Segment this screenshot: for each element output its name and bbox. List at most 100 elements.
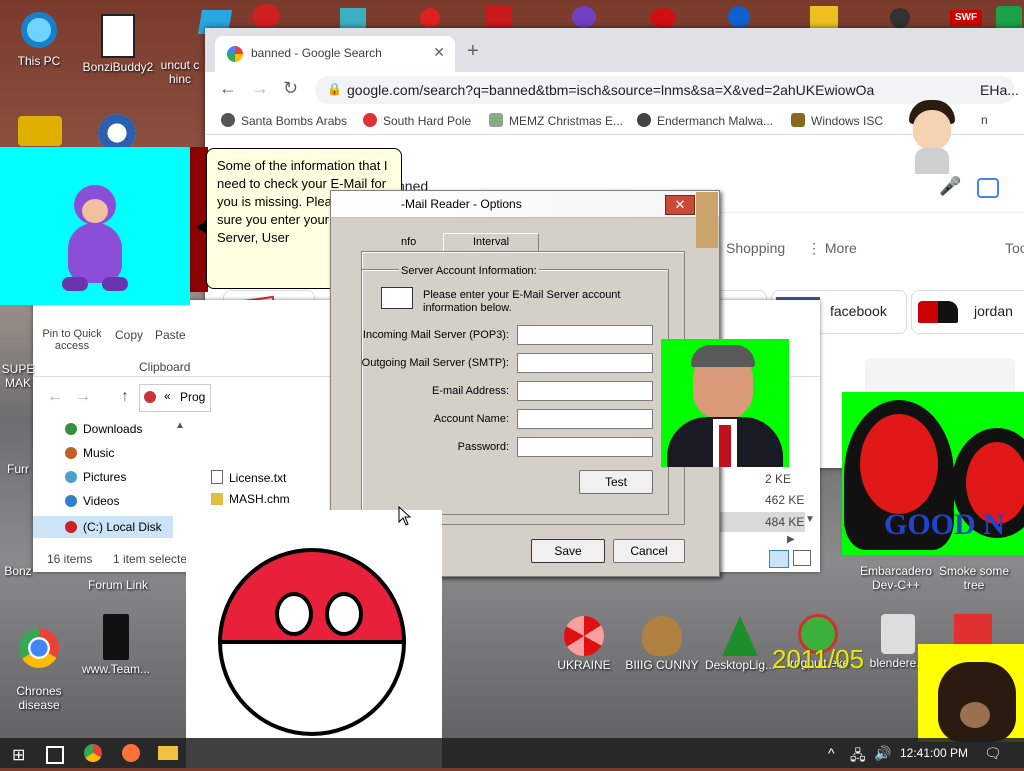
- voice-search-icon[interactable]: 🎤: [939, 176, 961, 197]
- purple-character-icon[interactable]: [572, 6, 596, 28]
- forward-icon[interactable]: →: [251, 78, 269, 99]
- nav-item-music[interactable]: Music: [65, 446, 114, 460]
- explorer-address-bar[interactable]: « Prog: [139, 384, 211, 412]
- swf-badge[interactable]: SWF: [950, 10, 982, 26]
- up-arrow-icon[interactable]: ↑: [121, 388, 129, 406]
- desktop-icon-smoke[interactable]: Smoke some tree: [936, 564, 1012, 592]
- pop3-server-input[interactable]: [517, 325, 653, 345]
- desktop-icon-super[interactable]: SUPE MAK: [0, 362, 36, 390]
- yellow-box-icon[interactable]: [810, 6, 838, 28]
- tab-more[interactable]: ⋮ More: [807, 240, 857, 257]
- desktop-icon-bonz[interactable]: Bonz: [0, 564, 36, 578]
- nav-scroll-up-icon[interactable]: ▲: [175, 420, 185, 431]
- back-arrow-icon[interactable]: ←: [47, 388, 63, 406]
- desktop-icon-team[interactable]: www.Team...: [78, 614, 154, 676]
- cancel-button[interactable]: Cancel: [613, 539, 685, 563]
- tiles-view-icon[interactable]: [793, 550, 811, 566]
- desktop-icon-this-pc[interactable]: This PC: [1, 12, 77, 68]
- chrome-tab[interactable]: banned - Google Search ✕: [215, 36, 455, 72]
- chip-jordan[interactable]: jordan: [911, 290, 1024, 334]
- nav-item-local-disk[interactable]: (C:) Local Disk: [33, 516, 173, 538]
- videos-icon: [65, 495, 77, 507]
- countryball-drawing[interactable]: [186, 510, 442, 768]
- desktop-icon-chrones[interactable]: Chrones disease: [1, 614, 77, 712]
- tab-interval[interactable]: Interval: [443, 233, 539, 251]
- email-address-input[interactable]: [517, 381, 653, 401]
- tab-tools[interactable]: Too: [1005, 240, 1024, 256]
- radiation-icon: [564, 616, 604, 656]
- smtp-server-input[interactable]: [517, 353, 653, 373]
- account-name-input[interactable]: [517, 409, 653, 429]
- bookmark-item[interactable]: South Hard Pole: [363, 113, 471, 128]
- desktop-icon-cunny[interactable]: BIIIG CUNNY: [624, 616, 700, 672]
- close-tab-icon[interactable]: ✕: [433, 44, 445, 61]
- list-scroll-down-icon[interactable]: ▼: [805, 514, 815, 525]
- desktop-icon-desktoplights[interactable]: DesktopLig...: [702, 616, 778, 672]
- pin-quick-access-button[interactable]: Pin to Quick access: [39, 328, 105, 352]
- help-file-icon: [211, 493, 223, 505]
- gift-icon[interactable]: [486, 6, 512, 28]
- nav-item-videos[interactable]: Videos: [65, 494, 119, 508]
- bear-yellow-image[interactable]: [918, 644, 1024, 742]
- chevron-up-icon[interactable]: ^: [828, 745, 835, 761]
- bookmark-item[interactable]: Santa Bombs Arabs: [221, 113, 347, 128]
- file-row[interactable]: License.txt: [211, 470, 286, 485]
- green-screen-photo[interactable]: [661, 339, 789, 467]
- windows-start-icon[interactable]: ⊞: [12, 745, 25, 765]
- firework-icon[interactable]: [340, 8, 366, 28]
- new-tab-icon[interactable]: +: [467, 40, 479, 63]
- hscroll-right-icon[interactable]: ▶: [787, 534, 795, 545]
- lens-search-icon[interactable]: [977, 178, 999, 198]
- paste-button[interactable]: Paste: [155, 328, 186, 342]
- dialog-titlebar[interactable]: -Mail Reader - Options ✕: [331, 191, 719, 218]
- bookmark-item[interactable]: Windows ISC: [791, 113, 883, 128]
- pog-green-image[interactable]: GOOD N: [842, 392, 1024, 555]
- test-button[interactable]: Test: [579, 470, 653, 494]
- tab-shopping[interactable]: Shopping: [726, 240, 785, 256]
- nav-item-downloads[interactable]: Downloads: [65, 422, 142, 436]
- password-input[interactable]: [517, 437, 653, 457]
- close-icon[interactable]: ✕: [665, 195, 695, 215]
- reload-icon[interactable]: ↻: [283, 78, 298, 99]
- save-button[interactable]: Save: [531, 539, 605, 563]
- bonzi-canvas[interactable]: [0, 147, 190, 305]
- santa-icon[interactable]: [420, 8, 440, 28]
- desktop-icon-embarcadero[interactable]: Embarcadero Dev-C++: [858, 564, 934, 592]
- group-label: Server Account Information:: [399, 265, 539, 277]
- bear-snout: [960, 702, 990, 728]
- chrome-icon: [19, 628, 59, 668]
- copy-button[interactable]: Copy: [115, 328, 143, 342]
- desktop-icon-forum-link[interactable]: Forum Link: [80, 578, 156, 592]
- bookmark-item[interactable]: Endermanch Malwa...: [637, 113, 773, 128]
- tab-info[interactable]: nfo: [391, 233, 441, 251]
- red-ball-icon[interactable]: [650, 8, 676, 28]
- bomb-icon[interactable]: [890, 8, 910, 28]
- desktop-icon-ukraine[interactable]: UKRAINE: [546, 616, 622, 672]
- task-view-icon[interactable]: [46, 746, 64, 764]
- details-view-icon[interactable]: [769, 550, 789, 568]
- notifications-icon[interactable]: 🗨: [984, 745, 1002, 762]
- ornament-icon[interactable]: [728, 6, 750, 28]
- bonzi-body: [68, 223, 122, 283]
- more-dots-icon: ⋮: [807, 240, 825, 256]
- suitcase-icon[interactable]: [18, 116, 62, 146]
- mii-avatar[interactable]: [905, 100, 959, 174]
- taskbar-clock[interactable]: 12:41:00 PM: [900, 746, 968, 760]
- bookmark-item[interactable]: MEMZ Christmas E...: [489, 113, 623, 128]
- explorer-taskbar-icon[interactable]: [158, 746, 178, 760]
- red-orb-icon[interactable]: [252, 4, 280, 28]
- firefox-taskbar-icon[interactable]: [122, 744, 140, 762]
- red-folder-icon[interactable]: [954, 614, 992, 644]
- file-row[interactable]: MASH.chm: [211, 492, 290, 506]
- desktop-icon-furr[interactable]: Furr: [0, 462, 36, 476]
- chrome-toolbar: ← → ↻ 🔒 google.com/search?q=banned&tbm=i…: [205, 72, 1024, 108]
- dialog-behind-titlebar: [696, 192, 718, 248]
- back-icon[interactable]: ←: [219, 78, 237, 99]
- desktop-icon-label: This PC: [17, 54, 61, 68]
- network-icon[interactable]: 🖧: [850, 745, 866, 769]
- bookmarks-bar: Santa Bombs Arabs South Hard Pole MEMZ C…: [205, 108, 1024, 135]
- volume-icon[interactable]: 🔊: [874, 745, 891, 762]
- forward-arrow-icon[interactable]: →: [75, 388, 91, 406]
- nav-item-pictures[interactable]: Pictures: [65, 470, 126, 484]
- chrome-taskbar-icon[interactable]: [84, 744, 102, 762]
